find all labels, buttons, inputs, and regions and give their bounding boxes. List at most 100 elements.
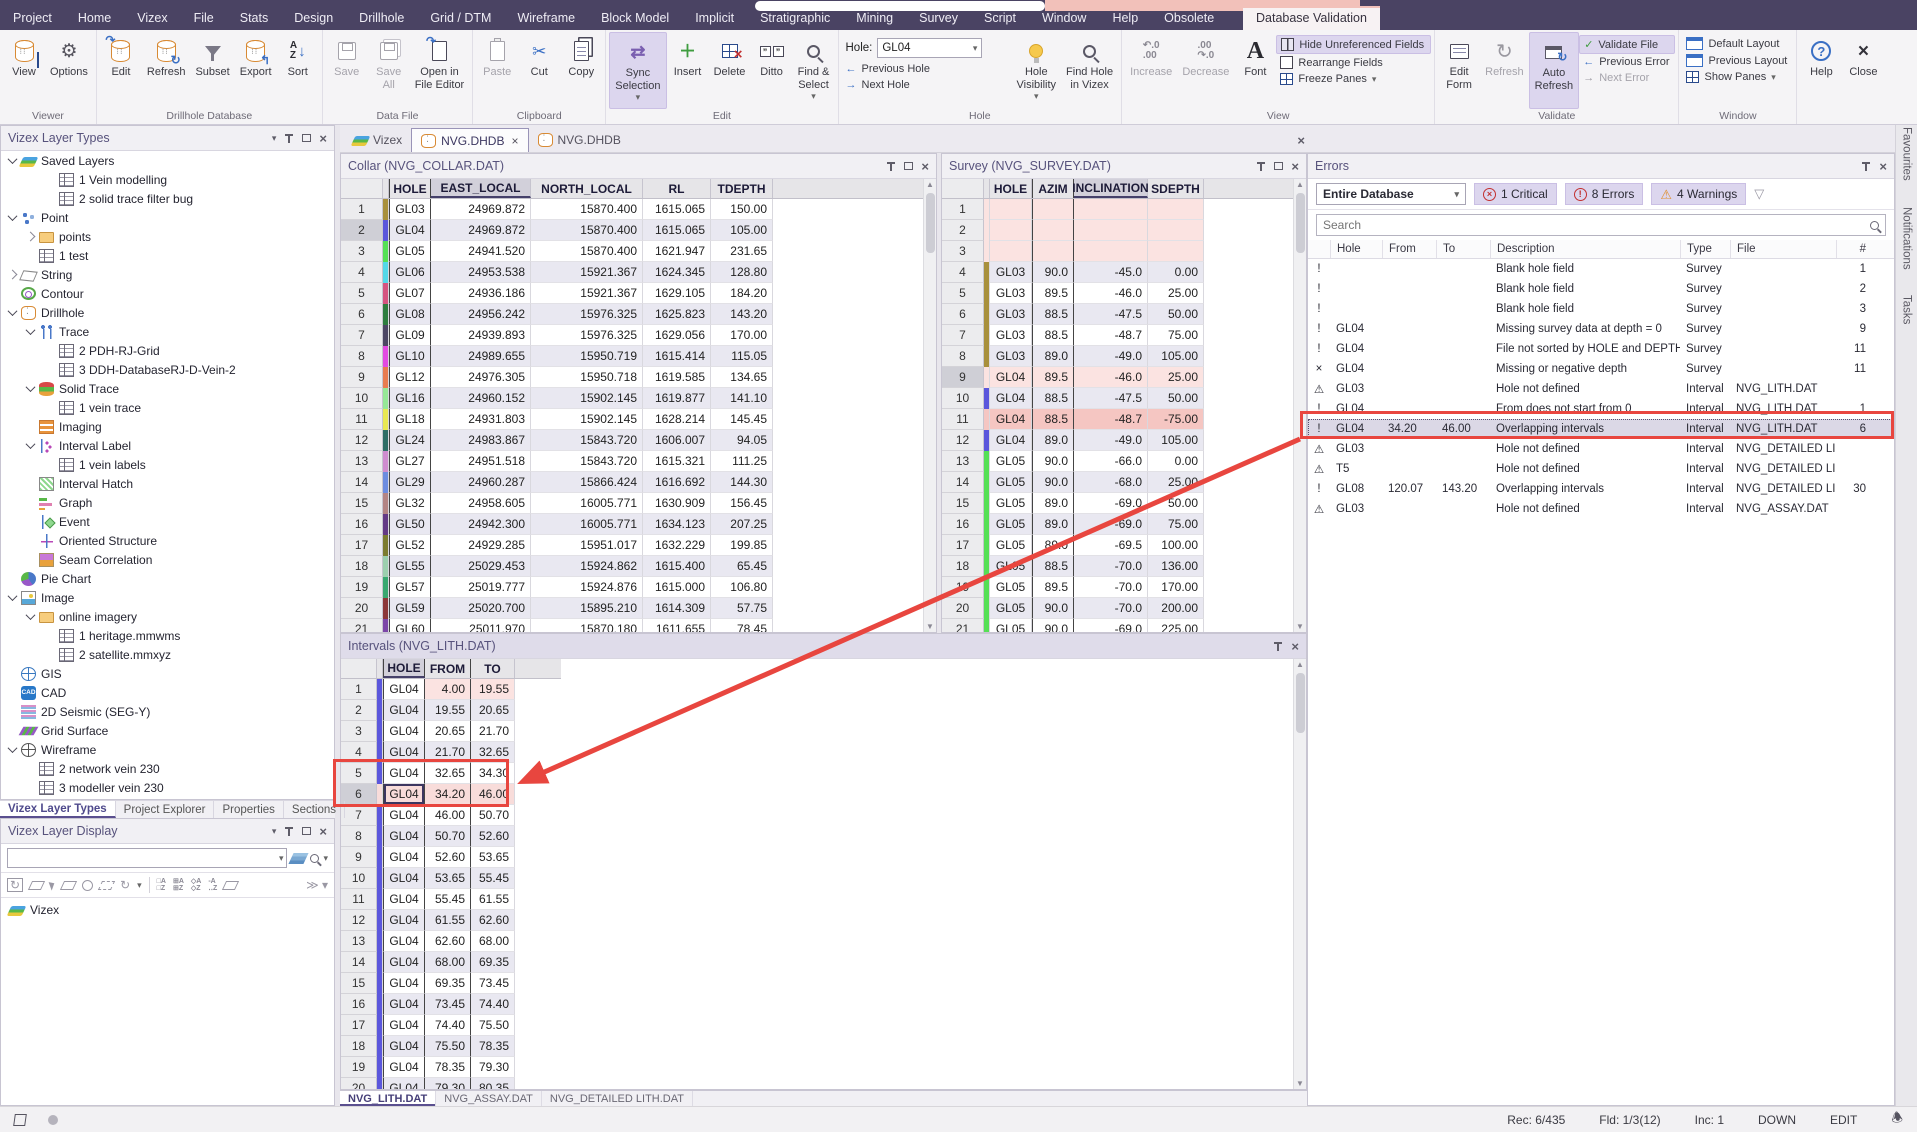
- tree-item[interactable]: CAD: [1, 683, 334, 702]
- error-row[interactable]: ⚠ GL03 Hole not defined Interval NVG_DET…: [1308, 439, 1894, 459]
- ribbon-tab[interactable]: Script: [971, 8, 1029, 30]
- pin-icon[interactable]: [886, 161, 896, 172]
- error-row[interactable]: ⚠ GL03 Hole not defined Interval NVG_ASS…: [1308, 499, 1894, 519]
- pin-icon[interactable]: [284, 133, 294, 144]
- tree-item[interactable]: 3 modeller vein 230: [1, 778, 334, 797]
- interval-refresh-icon[interactable]: ↻: [7, 878, 23, 892]
- error-row[interactable]: ! Blank hole field Survey 2: [1308, 279, 1894, 299]
- table-row[interactable]: 16 GL04 73.45 74.40: [341, 994, 561, 1015]
- titlebar-search-strip[interactable]: [755, 1, 1045, 11]
- find-hole-in-vizex-button[interactable]: Find Hole in Vizex: [1061, 32, 1118, 109]
- tree-expander-icon[interactable]: [8, 306, 18, 316]
- tree-expander-icon[interactable]: [9, 689, 16, 696]
- tree-item[interactable]: Trace: [1, 322, 334, 341]
- maximize-icon[interactable]: [302, 134, 311, 142]
- ribbon-tab-database-validation[interactable]: Database Validation: [1243, 6, 1380, 30]
- column-header[interactable]: NORTH_LOCAL: [531, 179, 643, 198]
- table-row[interactable]: 7 GL09 24939.893 15976.325 1629.056 170.…: [341, 325, 936, 346]
- table-row[interactable]: 17 GL52 24929.285 15951.017 1632.229 199…: [341, 535, 936, 556]
- error-row[interactable]: ⚠ T5 Hole not defined Interval NVG_DETAI…: [1308, 459, 1894, 479]
- chevron-down-icon[interactable]: ▾: [272, 133, 277, 144]
- table-row[interactable]: 7 GL04 46.00 50.70: [341, 805, 561, 826]
- column-header-selected[interactable]: INCLINATION: [1074, 179, 1148, 198]
- transform-layer-icon[interactable]: [222, 881, 239, 890]
- column-header[interactable]: To: [1436, 240, 1490, 258]
- pin-icon[interactable]: [284, 826, 294, 837]
- table-row[interactable]: 12 GL24 24983.867 15843.720 1606.007 94.…: [341, 430, 936, 451]
- table-row[interactable]: 13 GL05 90.0 -66.0 0.00: [942, 451, 1306, 472]
- table-row[interactable]: 2: [942, 220, 1306, 241]
- table-row[interactable]: 3 GL05 24941.520 15870.400 1621.947 231.…: [341, 241, 936, 262]
- table-row[interactable]: 14 GL29 24960.287 15866.424 1616.692 144…: [341, 472, 936, 493]
- ribbon-tab[interactable]: Window: [1029, 8, 1099, 30]
- edit-form-button[interactable]: Edit Form: [1438, 32, 1480, 109]
- find-select-button[interactable]: Find & Select▾: [793, 32, 835, 109]
- tree-item[interactable]: Seam Correlation: [1, 550, 334, 569]
- tree-expander-icon[interactable]: [8, 154, 18, 164]
- font-button[interactable]: AFont: [1234, 32, 1276, 109]
- tree-expander-icon[interactable]: [27, 784, 34, 791]
- refresh-layers-icon[interactable]: ↻: [120, 879, 130, 891]
- column-header[interactable]: Type: [1680, 240, 1730, 258]
- tree-item[interactable]: Pie Chart: [1, 569, 334, 588]
- insert-button[interactable]: ＋Insert: [667, 32, 709, 109]
- table-row[interactable]: 20 GL05 90.0 -70.0 200.00: [942, 598, 1306, 619]
- sort-button[interactable]: A Z↓Sort: [277, 32, 319, 109]
- close-button[interactable]: ×Close: [1842, 32, 1884, 121]
- column-header-selected[interactable]: HOLE: [383, 659, 425, 678]
- table-row[interactable]: 10 GL04 53.65 55.45: [341, 868, 561, 889]
- decrease-decimals-button[interactable]: .00 ↷.0Decrease: [1177, 32, 1234, 109]
- table-row[interactable]: 16 GL05 89.0 -69.0 75.00: [942, 514, 1306, 535]
- tree-item[interactable]: Imaging: [1, 417, 334, 436]
- tree-expander-icon[interactable]: [27, 537, 34, 544]
- multi-select-icon[interactable]: [60, 881, 77, 890]
- tree-expander-icon[interactable]: [9, 575, 16, 582]
- tree-item[interactable]: Event: [1, 512, 334, 531]
- clear-filter-icon[interactable]: ▽: [1754, 186, 1764, 202]
- vertical-scrollbar[interactable]: ▲▼: [1293, 659, 1306, 1089]
- table-row[interactable]: 7 GL03 88.5 -48.7 75.00: [942, 325, 1306, 346]
- column-header[interactable]: HOLE: [990, 179, 1032, 198]
- cut-button[interactable]: ✂Cut: [518, 32, 560, 109]
- tree-item[interactable]: 1 heritage.mmwms: [1, 626, 334, 645]
- column-header-selected[interactable]: EAST_LOCAL: [431, 179, 531, 198]
- ditto-button[interactable]: ””Ditto: [751, 32, 793, 109]
- ribbon-tab[interactable]: Mining: [843, 8, 906, 30]
- tree-item[interactable]: Solid Trace: [1, 379, 334, 398]
- table-row[interactable]: 1 GL03 24969.872 15870.400 1615.065 150.…: [341, 199, 936, 220]
- table-row[interactable]: 13 GL04 62.60 68.00: [341, 931, 561, 952]
- vertical-scrollbar[interactable]: ▲▼: [1293, 179, 1306, 632]
- tree-expander-icon[interactable]: [47, 632, 54, 639]
- maximize-icon[interactable]: [904, 162, 913, 170]
- tree-expander-icon[interactable]: [47, 195, 54, 202]
- tree-expander-icon[interactable]: [27, 499, 34, 506]
- ribbon-tab[interactable]: Stratigraphic: [747, 8, 843, 30]
- close-tab-icon[interactable]: ×: [511, 134, 518, 148]
- tree-item[interactable]: GIS: [1, 664, 334, 683]
- error-row[interactable]: × GL04 Missing or negative depth Survey …: [1308, 359, 1894, 379]
- table-row[interactable]: 4 GL04 21.70 32.65: [341, 742, 561, 763]
- dock-tab[interactable]: Tasks: [1901, 295, 1913, 324]
- table-row[interactable]: 15 GL04 69.35 73.45: [341, 973, 561, 994]
- ribbon-tab[interactable]: Block Model: [588, 8, 682, 30]
- table-row[interactable]: 11 GL04 55.45 61.55: [341, 889, 561, 910]
- copy-button[interactable]: Copy: [560, 32, 602, 109]
- sync-selection-button[interactable]: ⇄Sync Selection▾: [609, 32, 666, 109]
- table-row[interactable]: 17 GL04 74.40 75.50: [341, 1015, 561, 1036]
- tree-item[interactable]: Grid Surface: [1, 721, 334, 740]
- tree-expander-icon[interactable]: [9, 727, 16, 734]
- increase-decimals-button[interactable]: ↶.0 .00Increase: [1125, 32, 1177, 109]
- close-icon[interactable]: ×: [1291, 160, 1299, 173]
- tree-expander-icon[interactable]: [8, 211, 18, 221]
- table-row[interactable]: 11 GL04 88.5 -48.7 -75.00: [942, 409, 1306, 430]
- tree-expander-icon[interactable]: [27, 480, 34, 487]
- tree-item[interactable]: 1 test: [1, 246, 334, 265]
- ribbon-tab[interactable]: Grid / DTM: [417, 8, 504, 30]
- auto-refresh-button[interactable]: ↻Auto Refresh: [1529, 32, 1580, 109]
- table-row[interactable]: 1 GL04 4.00 19.55: [341, 679, 561, 700]
- column-header[interactable]: Hole: [1330, 240, 1382, 258]
- ribbon-tab[interactable]: Stats: [227, 8, 282, 30]
- freeze-panes-button[interactable]: Freeze Panes▾: [1276, 71, 1431, 87]
- tree-expander-icon[interactable]: [9, 708, 16, 715]
- edit-button[interactable]: ↷Edit: [100, 32, 142, 109]
